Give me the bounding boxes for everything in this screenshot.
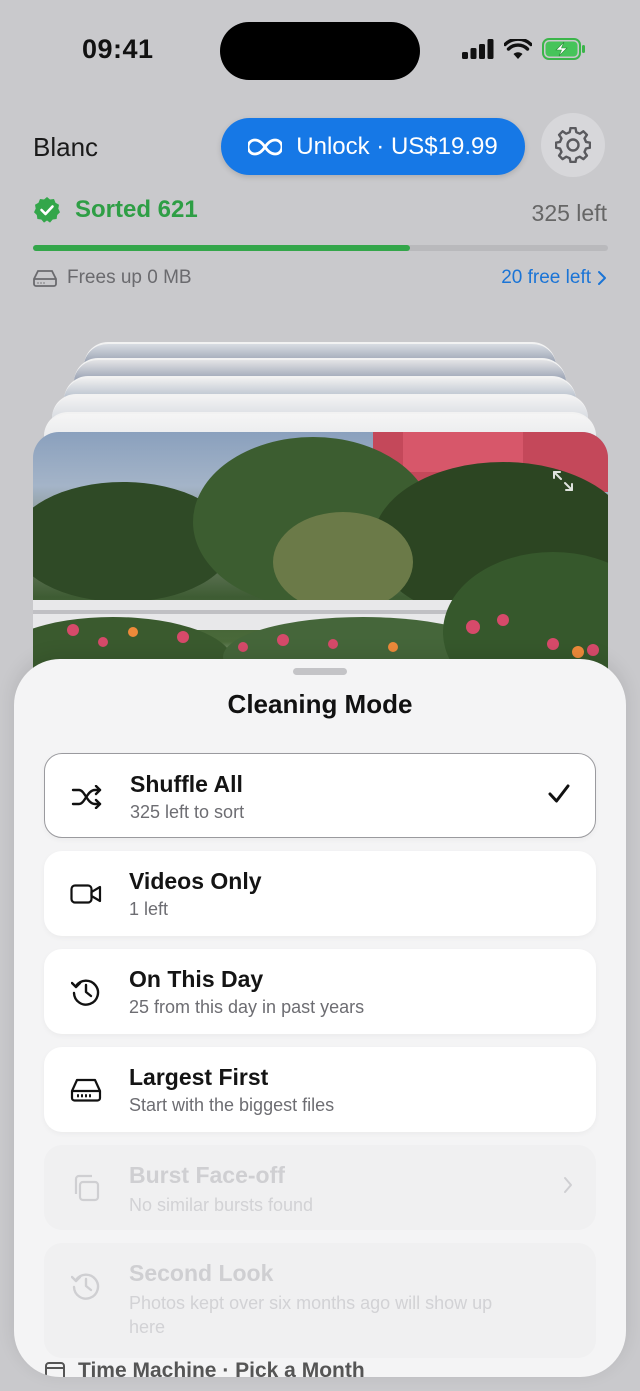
- mode-on-this-day[interactable]: On This Day 25 from this day in past yea…: [44, 949, 596, 1034]
- video-camera-icon: [70, 879, 102, 909]
- wifi-icon: [504, 39, 532, 59]
- mode-title: Largest First: [129, 1064, 269, 1090]
- checkmark-icon: [548, 784, 570, 803]
- left-count: 325 left: [531, 200, 607, 226]
- chevron-right-icon: [598, 271, 606, 285]
- mode-title: Videos Only: [129, 868, 262, 894]
- free-left-label: 20 free left: [501, 267, 591, 288]
- mode-shuffle-all[interactable]: Shuffle All 325 left to sort: [44, 753, 596, 838]
- burst-stack-icon: [70, 1173, 102, 1203]
- mode-videos-only[interactable]: Videos Only 1 left: [44, 851, 596, 936]
- frees-up-info: Frees up 0 MB: [33, 267, 192, 289]
- mode-subtitle: Photos kept over six months ago will sho…: [129, 1293, 493, 1337]
- time-machine-label: Time Machine · Pick a Month: [78, 1359, 365, 1377]
- sheet-title: Cleaning Mode: [227, 689, 413, 719]
- status-icons: [462, 38, 586, 60]
- unlock-button-label: Unlock · US$19.99: [296, 132, 498, 160]
- storage-drive-icon: [33, 270, 57, 287]
- status-time: 09:41: [82, 34, 154, 64]
- gear-icon: [555, 127, 591, 163]
- expand-icon[interactable]: [552, 470, 574, 492]
- sorted-count: Sorted 621: [75, 196, 198, 223]
- storage-drive-icon: [70, 1075, 102, 1105]
- dynamic-island: [220, 22, 420, 80]
- mode-subtitle: 25 from this day in past years: [129, 997, 365, 1017]
- mode-largest-first[interactable]: Largest First Start with the biggest fil…: [44, 1047, 596, 1132]
- mode-subtitle: 1 left: [129, 899, 169, 919]
- sort-progress-fill: [33, 245, 411, 251]
- chevron-right-icon: [564, 1177, 572, 1193]
- app-title: Blanc: [33, 132, 99, 162]
- cellular-signal-icon: [462, 39, 494, 59]
- mode-burst-face-off[interactable]: Burst Face-off No similar bursts found: [44, 1145, 596, 1230]
- infinity-icon: [248, 138, 283, 155]
- calendar-icon: [45, 1362, 65, 1377]
- unlock-button[interactable]: Unlock · US$19.99: [221, 118, 525, 175]
- sorted-status: Sorted 621: [33, 196, 198, 224]
- mode-subtitle: No similar bursts found: [129, 1195, 314, 1215]
- sort-progress-bar: [33, 245, 608, 251]
- shuffle-icon: [71, 782, 103, 812]
- mode-second-look[interactable]: Second Look Photos kept over six months …: [44, 1243, 596, 1358]
- mode-title: On This Day: [129, 966, 264, 992]
- settings-button[interactable]: [541, 113, 605, 177]
- frees-up-label: Frees up 0 MB: [67, 267, 192, 288]
- sheet-grabber[interactable]: [293, 668, 347, 675]
- history-clock-icon: [70, 1271, 102, 1301]
- history-clock-icon: [70, 977, 102, 1007]
- mode-title: Second Look: [129, 1260, 274, 1286]
- mode-title: Burst Face-off: [129, 1162, 285, 1188]
- free-left-link[interactable]: 20 free left: [501, 267, 607, 289]
- mode-title: Shuffle All: [130, 771, 243, 797]
- mode-subtitle: 325 left to sort: [130, 802, 245, 822]
- cleaning-mode-sheet: Cleaning Mode Shuffle All 325 left to so…: [14, 659, 626, 1377]
- time-machine-row[interactable]: Time Machine · Pick a Month: [44, 1359, 365, 1377]
- verified-check-icon: [34, 197, 60, 223]
- battery-charging-icon: [542, 38, 585, 60]
- mode-subtitle: Start with the biggest files: [129, 1095, 335, 1115]
